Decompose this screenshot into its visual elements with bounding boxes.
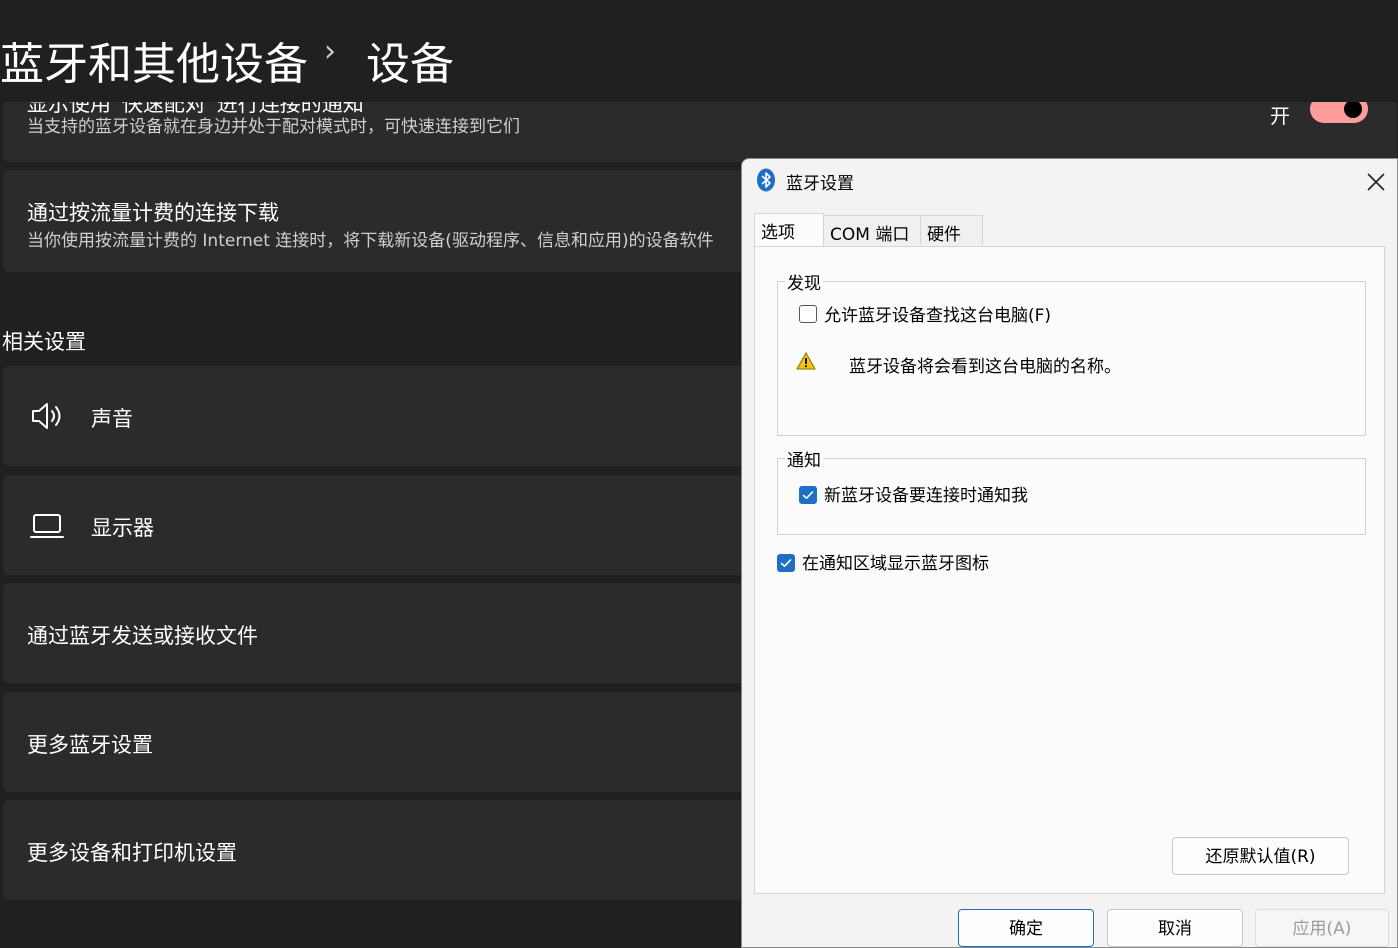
restore-defaults-button[interactable]: 还原默认值(R) (1172, 837, 1349, 875)
bluetooth-settings-dialog: 蓝牙设置 选项 COM 端口 硬件 发现 允许蓝牙设备查找这台电脑(F) 蓝牙设… (741, 158, 1398, 948)
metered-download-title: 通过按流量计费的连接下载 (27, 201, 279, 225)
discovery-group: 发现 允许蓝牙设备查找这台电脑(F) 蓝牙设备将会看到这台电脑的名称。 (777, 269, 1366, 436)
dialog-title: 蓝牙设置 (786, 174, 854, 194)
dialog-titlebar[interactable]: 蓝牙设置 (742, 159, 1397, 203)
related-item-label: 显示器 (91, 516, 154, 540)
show-tray-icon-checkbox[interactable] (777, 554, 795, 572)
page-title: 设备 (366, 39, 454, 90)
laptop-icon (29, 507, 69, 547)
related-item-label: 更多设备和打印机设置 (27, 841, 237, 865)
notifications-group-label: 通知 (785, 446, 823, 471)
metered-download-subtitle: 当你使用按流量计费的 Internet 连接时，将下载新设备(驱动程序、信息和应… (27, 231, 714, 251)
notifications-group: 通知 新蓝牙设备要连接时通知我 (777, 446, 1366, 535)
swift-pair-subtitle: 当支持的蓝牙设备就在身边并处于配对模式时，可快速连接到它们 (27, 117, 520, 137)
related-item-label: 声音 (91, 407, 133, 431)
close-icon[interactable] (1354, 165, 1398, 199)
notify-new-checkbox[interactable] (799, 486, 817, 504)
discovery-group-label: 发现 (785, 269, 823, 294)
cancel-button[interactable]: 取消 (1107, 909, 1243, 947)
allow-find-label[interactable]: 允许蓝牙设备查找这台电脑(F) (824, 301, 1051, 326)
related-item-label: 通过蓝牙发送或接收文件 (27, 624, 258, 648)
discovery-warning-text: 蓝牙设备将会看到这台电脑的名称。 (849, 357, 1121, 377)
breadcrumb: 蓝牙和其他设备 › 设备 (0, 0, 1398, 102)
warning-icon (796, 351, 816, 370)
tab-com-ports[interactable]: COM 端口 (823, 215, 921, 245)
breadcrumb-separator: › (324, 34, 336, 69)
related-item-label: 更多蓝牙设置 (27, 733, 153, 757)
notify-new-label[interactable]: 新蓝牙设备要连接时通知我 (824, 481, 1028, 506)
tab-hardware[interactable]: 硬件 (920, 215, 983, 245)
ok-button[interactable]: 确定 (958, 909, 1094, 947)
apply-button[interactable]: 应用(A) (1255, 909, 1389, 947)
tab-options[interactable]: 选项 (754, 213, 824, 246)
swift-pair-card[interactable]: 显示使用“快速配对”进行连接的通知 当支持的蓝牙设备就在身边并处于配对模式时，可… (3, 92, 1397, 162)
options-panel: 发现 允许蓝牙设备查找这台电脑(F) 蓝牙设备将会看到这台电脑的名称。 通知 新… (754, 246, 1385, 894)
related-settings-heading: 相关设置 (2, 330, 86, 354)
toggle-knob (1344, 100, 1362, 118)
breadcrumb-parent[interactable]: 蓝牙和其他设备 (0, 28, 308, 92)
bluetooth-icon (756, 168, 776, 192)
speaker-icon (29, 396, 69, 436)
toggle-state-label: 开 (1270, 104, 1290, 128)
show-tray-icon-label[interactable]: 在通知区域显示蓝牙图标 (802, 549, 989, 574)
allow-find-checkbox[interactable] (799, 305, 817, 323)
